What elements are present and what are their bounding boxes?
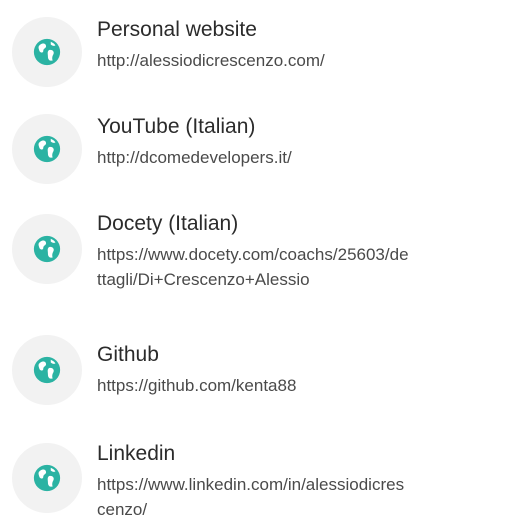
link-title: YouTube (Italian)	[97, 115, 256, 138]
link-title: Linkedin	[97, 442, 176, 465]
link-text-block: Linkedin https://www.linkedin.com/in/ale…	[97, 440, 517, 522]
link-url[interactable]: http://dcomedevelopers.it/	[97, 145, 517, 170]
globe-icon-circle	[12, 335, 82, 405]
globe-icon-circle	[12, 17, 82, 87]
link-title: Docety (Italian)	[97, 212, 239, 235]
link-url[interactable]: https://www.docety.com/coachs/25603/dett…	[97, 242, 409, 292]
globe-icon-circle	[12, 443, 82, 513]
globe-icon	[32, 37, 62, 67]
link-url[interactable]: http://alessiodicrescenzo.com/	[97, 48, 517, 73]
link-text-block: Docety (Italian) https://www.docety.com/…	[97, 210, 517, 292]
link-text-block: Github https://github.com/kenta88	[97, 341, 517, 398]
link-url[interactable]: https://www.linkedin.com/in/alessiodicre…	[97, 472, 411, 522]
globe-icon	[32, 134, 62, 164]
globe-icon-circle	[12, 114, 82, 184]
globe-icon	[32, 234, 62, 264]
link-url[interactable]: https://github.com/kenta88	[97, 373, 517, 398]
link-text-block: YouTube (Italian) http://dcomedevelopers…	[97, 113, 517, 170]
links-list: Personal website http://alessiodicrescen…	[0, 0, 522, 524]
globe-icon	[32, 463, 62, 493]
link-title: Github	[97, 343, 159, 366]
globe-icon-circle	[12, 214, 82, 284]
globe-icon	[32, 355, 62, 385]
link-title: Personal website	[97, 18, 257, 41]
link-text-block: Personal website http://alessiodicrescen…	[97, 16, 517, 73]
